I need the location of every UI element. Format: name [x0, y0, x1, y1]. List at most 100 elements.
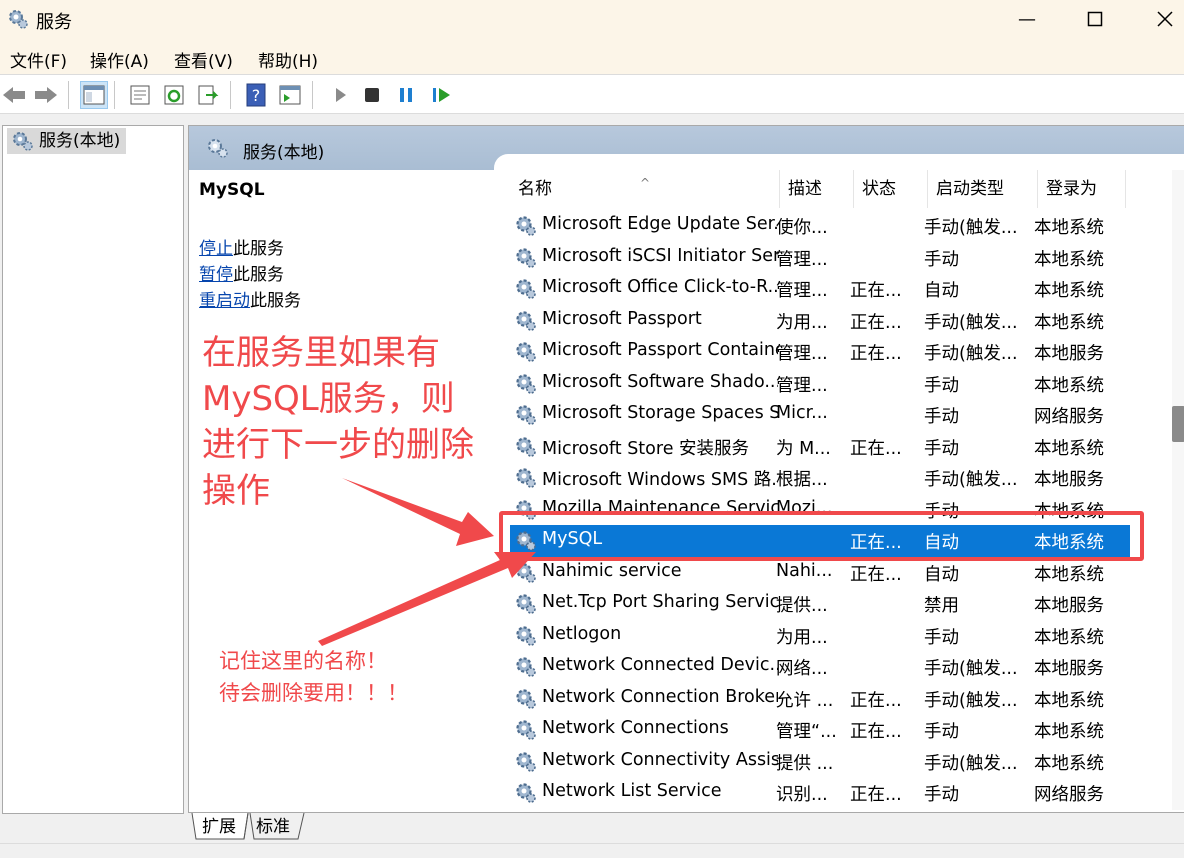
table-row[interactable]: Netlogon 为用... 手动 本地系统: [498, 620, 1158, 652]
refresh-button[interactable]: [160, 81, 188, 109]
menu-bar: 文件(F) 操作(A) 查看(V) 帮助(H): [0, 40, 1184, 74]
pause-service-button[interactable]: [392, 81, 420, 109]
cell-description: 为用...: [776, 627, 828, 648]
menu-action[interactable]: 操作(A): [90, 47, 149, 72]
console-tree: 服务(本地): [2, 125, 184, 814]
cell-startup-type: 手动: [924, 407, 959, 427]
scrollbar-thumb[interactable]: [1172, 406, 1184, 442]
table-row[interactable]: Network Connected Devic... 网络... 手动(触发... 本…: [498, 651, 1158, 683]
start-service-button[interactable]: [326, 81, 354, 109]
cell-log-on-as: 本地系统: [1034, 218, 1104, 238]
annotation-line: 在服务里如果有: [202, 333, 440, 373]
cell-log-on-as: 网络服务: [1034, 407, 1104, 427]
back-button[interactable]: [0, 81, 28, 109]
sort-ascending-icon: ^: [640, 176, 651, 190]
column-header-status[interactable]: 状态: [854, 170, 928, 208]
cell-log-on-as: 本地服务: [1034, 344, 1104, 364]
maximize-button[interactable]: [1072, 4, 1118, 34]
action-suffix: 此服务: [250, 291, 301, 311]
column-header-log-on-as[interactable]: 登录为: [1038, 170, 1126, 208]
cell-name: Network Connected Devic...: [542, 655, 778, 675]
table-row[interactable]: Microsoft Software Shado... 管理... 手动 本地系统: [498, 368, 1158, 400]
vertical-scrollbar[interactable]: [1172, 170, 1184, 810]
cell-startup-type: 手动: [924, 249, 959, 270]
table-row[interactable]: Microsoft Windows SMS 路... 根据... 手动(触发... 本…: [498, 462, 1158, 494]
menu-help[interactable]: 帮助(H): [258, 47, 318, 72]
view-tabs: 扩展 标准: [188, 813, 1184, 843]
help-button[interactable]: ?: [242, 81, 270, 109]
cell-description: 提供 ...: [776, 753, 834, 774]
service-gear-icon: [514, 624, 538, 653]
cell-log-on-as: 本地系统: [1034, 375, 1104, 396]
cell-startup-type: 自动: [924, 281, 959, 301]
properties-button[interactable]: [126, 81, 154, 109]
pause-service-action: 暂停此服务: [199, 260, 284, 285]
cell-description: 管理...: [776, 375, 828, 396]
cell-name: Network List Service: [542, 781, 722, 801]
stop-service-button[interactable]: [358, 81, 386, 109]
cell-description: 管理“...: [776, 722, 837, 742]
cell-startup-type: 手动: [924, 785, 959, 805]
column-header-startup-type[interactable]: 启动类型: [928, 170, 1038, 208]
table-row[interactable]: Microsoft Passport Container 管理... 正在... 手动…: [498, 336, 1158, 368]
cell-startup-type: 手动: [924, 627, 959, 648]
cell-name: Netlogon: [542, 623, 622, 644]
column-header-label: 状态: [862, 179, 896, 199]
pane-header-title: 服务(本地): [243, 143, 325, 163]
service-gear-icon: [514, 561, 538, 590]
pause-service-link[interactable]: 暂停: [199, 265, 233, 285]
cell-startup-type: 手动(触发...: [924, 344, 1018, 364]
tab-standard[interactable]: 标准: [250, 813, 296, 841]
cell-log-on-as: 本地系统: [1034, 753, 1104, 774]
cell-log-on-as: 本地系统: [1034, 722, 1104, 742]
column-header-description[interactable]: 描述: [780, 170, 854, 208]
service-gear-icon: [514, 246, 538, 275]
restart-service-action: 重启动此服务: [199, 286, 301, 311]
cell-status: 正在...: [850, 722, 902, 742]
cell-name: Microsoft Office Click-to-R...: [542, 277, 778, 297]
table-row[interactable]: Microsoft Passport 为用... 正在... 手动(触发... 本地系统: [498, 305, 1158, 337]
table-row[interactable]: Network List Service 识别... 正在... 手动 网络服务: [498, 777, 1158, 809]
annotation-note: 记住这里的名称！ 待会删除要用！！！: [219, 645, 408, 709]
table-row[interactable]: Microsoft Office Click-to-R... 管理... 正在...…: [498, 273, 1158, 305]
service-gear-icon: [514, 655, 538, 684]
service-gear-icon: [514, 592, 538, 621]
menu-view[interactable]: 查看(V): [174, 47, 233, 72]
cell-name: Nahimic service: [542, 560, 682, 581]
table-row[interactable]: Network Connection Broker 允许 ... 正在... 手动(触…: [498, 683, 1158, 715]
export-icon: [198, 85, 219, 105]
export-button[interactable]: [194, 81, 222, 109]
title-bar: 服务 —: [0, 0, 1184, 40]
table-row[interactable]: Microsoft Edge Update Ser... 使你... 手动(触发..…: [498, 210, 1158, 242]
cell-description: 管理...: [776, 249, 828, 270]
table-row[interactable]: Network Connectivity Assis... 提供 ... 手动(触发…: [498, 746, 1158, 778]
maximize-icon: [1087, 11, 1103, 27]
close-button[interactable]: [1142, 4, 1184, 34]
service-gear-icon: [514, 372, 538, 401]
restart-service-link[interactable]: 重启动: [199, 291, 250, 311]
tab-extended[interactable]: 扩展: [196, 813, 242, 841]
cell-status: 正在...: [850, 785, 902, 805]
table-row[interactable]: Network Connections 管理“... 正在... 手动 本地系统: [498, 714, 1158, 746]
resume-service-button[interactable]: [428, 81, 456, 109]
cell-startup-type: 手动(触发...: [924, 218, 1018, 238]
show-tree-button[interactable]: [80, 81, 108, 109]
minimize-button[interactable]: —: [1004, 4, 1050, 34]
table-row[interactable]: Nahimic service Nahi... 正在... 自动 本地系统: [498, 557, 1158, 589]
cell-description: 管理...: [776, 281, 828, 301]
cell-startup-type: 手动: [924, 375, 959, 396]
stop-service-link[interactable]: 停止: [199, 239, 233, 259]
window-title: 服务: [36, 12, 72, 33]
table-row[interactable]: Microsoft Storage Spaces S... Micr... 手动 网络…: [498, 399, 1158, 431]
forward-button[interactable]: [32, 81, 60, 109]
column-header-name[interactable]: 名称 ^: [510, 170, 780, 208]
toolbar-separator: [68, 81, 69, 109]
cell-description: 为用...: [776, 312, 828, 333]
table-row[interactable]: Microsoft iSCSI Initiator Ser... 管理... 手动 本…: [498, 242, 1158, 274]
menu-file[interactable]: 文件(F): [10, 47, 67, 72]
table-row[interactable]: Microsoft Store 安装服务 为 M... 正在... 手动 本地系统: [498, 431, 1158, 463]
action-pane-button[interactable]: [276, 81, 304, 109]
tree-node-label: 服务(本地): [39, 131, 121, 151]
table-row[interactable]: Net.Tcp Port Sharing Service 提供... 禁用 本地服务: [498, 588, 1158, 620]
tree-node-services-local[interactable]: 服务(本地): [7, 128, 127, 154]
